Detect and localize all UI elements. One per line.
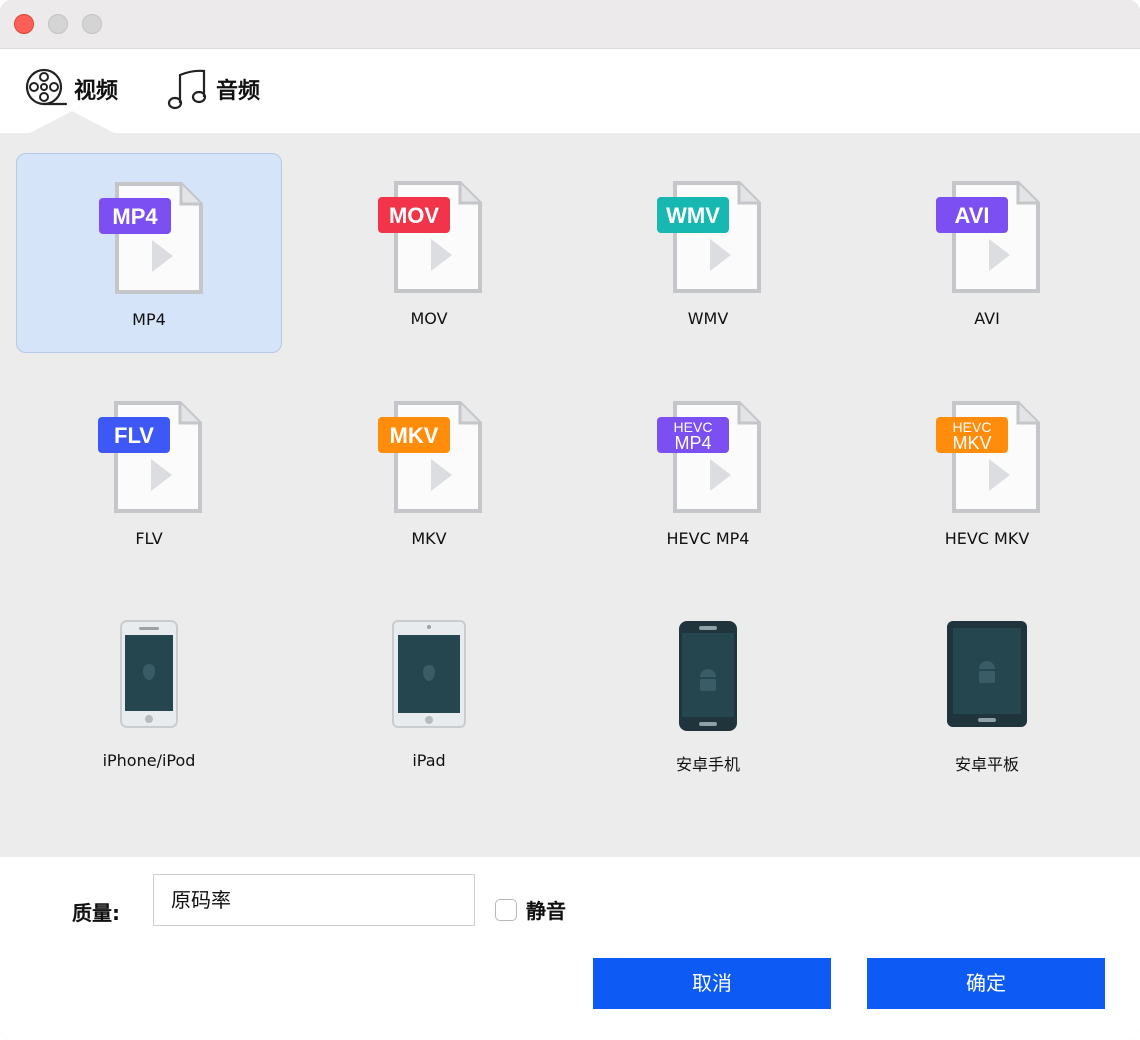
format-badge-text: WMV [666,203,720,228]
mute-checkbox[interactable] [495,898,517,921]
video-file-icon: HEVCMKV [936,401,1040,513]
tab-video-label: 视频 [74,79,119,104]
selected-tab-indicator [30,111,114,133]
music-note-icon [167,69,207,110]
tab-audio-label: 音频 [216,79,261,104]
format-grid: MP4 MP4 MOV MOV WMV WMV AVI AVI FLV FLV MKV MKV HEVC… [0,133,1140,857]
format-badge-text: MOV [389,203,439,228]
format-option-mkv[interactable]: MKV MKV [296,373,562,573]
format-label: MOV [410,309,448,328]
format-option-mp4[interactable]: MP4 MP4 [16,153,282,353]
device-option-2[interactable]: 安卓手机 [575,593,841,793]
android-tablet-icon [947,621,1027,727]
device-option-3[interactable]: 安卓平板 [854,593,1120,793]
converter-window: 视频 音频 MP4 MP4 MOV MOV WMV WMV AVI AVI FLV FLV MKV M… [0,0,1140,1040]
format-option-flv[interactable]: FLV FLV [16,373,282,573]
format-option-hevc-mkv[interactable]: HEVC MKV HEVC MKV [854,373,1120,573]
format-badge-text: FLV [114,423,154,448]
format-label: iPhone/iPod [102,751,196,770]
format-badge-text: MP4 [112,204,158,229]
iphone-icon [120,620,178,728]
format-badge-text: AVI [954,203,989,228]
quality-select[interactable]: 原码率 [153,874,475,926]
format-label: HEVC MKV [944,529,1030,548]
quality-label: 质量: [72,901,120,925]
zoom-window-button[interactable] [82,14,102,34]
video-file-icon: HEVCMP4 [657,401,761,513]
format-label: iPad [412,751,446,770]
video-file-icon: WMV [657,181,761,293]
format-option-hevc-mp4[interactable]: HEVC MP4 HEVC MP4 [575,373,841,573]
format-option-avi[interactable]: AVI AVI [854,153,1120,353]
tab-audio[interactable]: 音频 [166,67,260,111]
format-label: 安卓手机 [675,755,740,774]
format-label: FLV [135,529,163,548]
ipad-icon [392,620,466,728]
video-file-icon: MOV [378,181,482,293]
format-label: HEVC MP4 [666,529,750,548]
format-label: WMV [687,309,729,328]
device-option-0[interactable]: iPhone/iPod [16,593,282,793]
format-label: AVI [974,309,1000,328]
format-option-wmv[interactable]: WMV WMV [575,153,841,353]
video-file-icon: AVI [936,181,1040,293]
video-file-icon: MP4 [99,182,203,294]
title-bar [0,0,1140,49]
mute-label: 静音 [526,899,566,923]
bottom-panel: 质量: 原码率 静音 取消 确定 [0,857,1140,1040]
ok-button[interactable]: 确定 [867,958,1105,1009]
format-badge-text: MKV [952,433,991,453]
cancel-button[interactable]: 取消 [593,958,831,1009]
close-window-button[interactable] [14,14,34,34]
format-label: MKV [411,529,447,548]
tab-bar: 视频 音频 [0,49,1140,133]
video-file-icon: FLV [98,401,202,513]
video-file-icon: MKV [378,401,482,513]
format-option-mov[interactable]: MOV MOV [296,153,562,353]
format-label: MP4 [132,310,166,329]
mute-option[interactable]: 静音 [495,895,566,924]
format-badge-text: MKV [390,423,439,448]
android-phone-icon [679,621,737,731]
format-badge-text: MP4 [674,433,711,453]
minimize-window-button[interactable] [48,14,68,34]
film-reel-icon [25,68,68,106]
format-label: 安卓平板 [954,755,1019,774]
device-option-1[interactable]: iPad [296,593,562,793]
tab-video[interactable]: 视频 [24,67,118,111]
